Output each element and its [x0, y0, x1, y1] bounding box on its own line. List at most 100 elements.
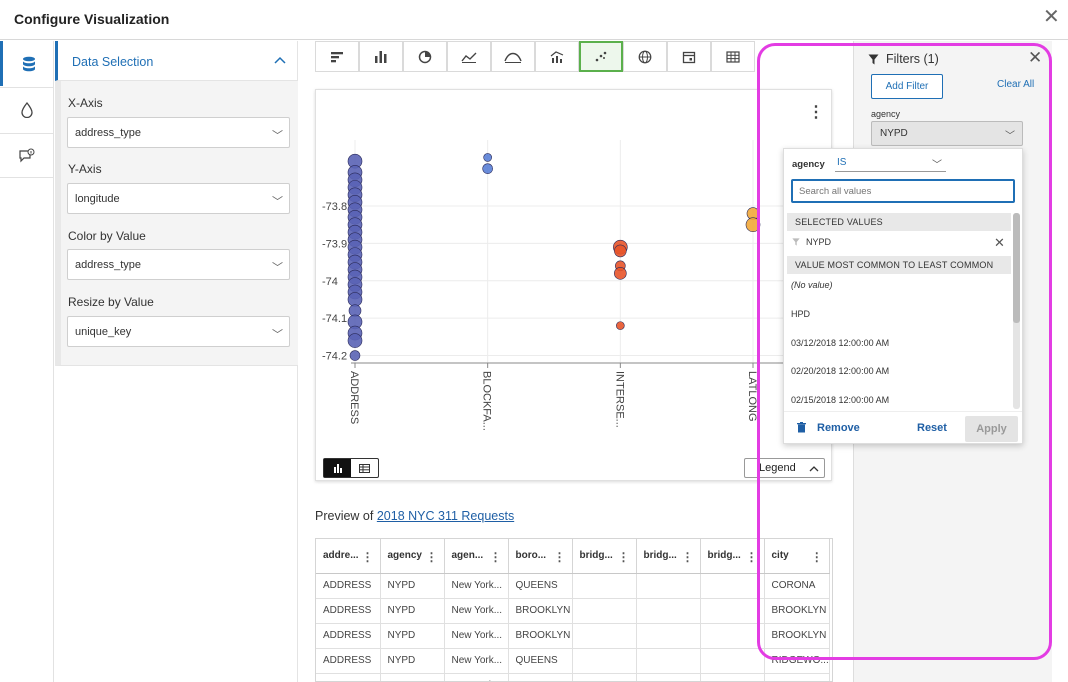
reset-filter-button[interactable]: Reset	[917, 422, 947, 434]
legend-button[interactable]: Legend	[744, 458, 825, 478]
chart-type-line[interactable]	[447, 41, 491, 72]
column-header-label: bridg...	[643, 550, 677, 562]
column-menu-icon[interactable]: ⋮	[746, 550, 758, 564]
resize-by-label: Resize by Value	[68, 295, 154, 309]
column-header[interactable]: city ⋮	[764, 539, 830, 574]
table-cell	[572, 673, 637, 681]
view-toggle	[323, 458, 379, 478]
legend-label: Legend	[759, 462, 796, 474]
agency-filter-select[interactable]: NYPD ﹀	[871, 121, 1023, 146]
close-dialog-icon[interactable]: ✕	[1043, 7, 1060, 27]
column-menu-icon[interactable]: ⋮	[811, 550, 823, 564]
chart-type-table[interactable]	[711, 41, 755, 72]
table-row[interactable]: ADDRESS NYPD New York... QUEENS RIDGEWO...	[316, 648, 830, 674]
value-option[interactable]: (No value)	[791, 280, 833, 290]
funnel-icon	[792, 238, 800, 248]
selected-value-item: NYPD	[806, 237, 832, 247]
table-body: ADDRESS NYPD New York... QUEENS CORONA ADDRES…	[316, 573, 830, 681]
chart-type-bar-vertical[interactable]	[359, 41, 403, 72]
table-row[interactable]: ADDRESS NYPD New York... QUEENS CORONA	[316, 573, 830, 599]
chevron-up-icon[interactable]	[273, 53, 287, 68]
value-option[interactable]: 02/20/2018 12:00:00 AM	[791, 366, 889, 376]
color-by-select[interactable]: address_type ﹀	[67, 249, 290, 280]
chart-type-map[interactable]	[623, 41, 667, 72]
table-cell: BROOKLYN	[508, 598, 573, 624]
table-cell: QUEENS	[508, 673, 573, 681]
column-menu-icon[interactable]: ⋮	[362, 550, 374, 564]
chart-type-pie[interactable]	[403, 41, 447, 72]
rail-data-button[interactable]	[0, 41, 54, 86]
column-menu-icon[interactable]: ⋮	[618, 550, 630, 564]
resize-by-select[interactable]: unique_key ﹀	[67, 316, 290, 347]
chart-type-bar-horizontal[interactable]	[315, 41, 359, 72]
table-cell: QUEENS	[508, 648, 573, 674]
data-selection-header[interactable]: Data Selection	[55, 41, 298, 81]
table-row[interactable]: ADDRESS NYPD New York... BROOKLYN BROOKLYN	[316, 623, 830, 649]
clear-all-link[interactable]: Clear All	[997, 79, 1034, 90]
table-cell: RIDGEWO...	[764, 648, 830, 674]
column-header[interactable]: agen... ⋮	[444, 539, 509, 574]
data-selection-body: X-Axis address_type ﹀ Y-Axis longitude ﹀…	[55, 81, 298, 366]
column-header-label: agen...	[451, 550, 484, 562]
table-view-button[interactable]	[351, 459, 378, 477]
value-option[interactable]: 02/15/2018 12:00:00 AM	[791, 395, 889, 405]
dataset-link[interactable]: 2018 NYC 311 Requests	[377, 509, 514, 523]
rail-tooltip-button[interactable]	[0, 133, 54, 178]
apply-filter-button[interactable]: Apply	[965, 416, 1018, 442]
column-menu-icon[interactable]: ⋮	[426, 550, 438, 564]
x-axis-select[interactable]: address_type ﹀	[67, 117, 290, 148]
remove-filter-button[interactable]: Remove	[817, 422, 860, 434]
chart-type-toolbar	[315, 41, 755, 72]
table-cell	[636, 598, 701, 624]
close-filters-icon[interactable]: ✕	[1028, 48, 1042, 68]
preview-text: Preview of 2018 NYC 311 Requests	[315, 509, 514, 523]
chart-type-area[interactable]	[491, 41, 535, 72]
value-option[interactable]: 03/12/2018 12:00:00 AM	[791, 338, 889, 348]
chart-type-scatter[interactable]	[579, 41, 623, 72]
search-values-field[interactable]	[791, 179, 1015, 203]
remove-value-icon[interactable]: ✕	[994, 235, 1005, 251]
column-header[interactable]: bridg... ⋮	[636, 539, 701, 574]
table-icon	[726, 50, 740, 63]
column-menu-icon[interactable]: ⋮	[490, 550, 502, 564]
trash-icon	[797, 422, 806, 436]
table-cell: ADDRESS	[316, 573, 381, 599]
chart-view-button[interactable]	[324, 459, 351, 477]
table-cell: New York...	[444, 623, 509, 649]
search-values-input[interactable]	[799, 182, 999, 200]
table-cell: NYPD	[380, 648, 445, 674]
x-tick-label: INTERSE...	[613, 371, 625, 428]
more-options-icon[interactable]: ⋮	[808, 102, 824, 122]
table-icon	[359, 463, 370, 473]
popup-scroll-thumb[interactable]	[1013, 213, 1020, 323]
common-values-header: VALUE MOST COMMON TO LEAST COMMON	[787, 256, 1011, 274]
column-header[interactable]: addre... ⋮	[316, 539, 381, 574]
chart-type-calendar[interactable]	[667, 41, 711, 72]
rail-style-button[interactable]	[0, 87, 54, 132]
column-header[interactable]: boro... ⋮	[508, 539, 573, 574]
x-tick-label: ADDRESS	[348, 371, 360, 424]
table-row[interactable]: ADDRESS NYPD New York... BROOKLYN BROOKLYN	[316, 598, 830, 624]
config-panel: Data Selection X-Axis address_type ﹀ Y-A…	[55, 41, 298, 682]
table-cell: New York...	[444, 673, 509, 681]
y-tick-label: -73.8	[322, 201, 347, 213]
column-menu-icon[interactable]: ⋮	[554, 550, 566, 564]
add-filter-button[interactable]: Add Filter	[871, 74, 943, 99]
column-menu-icon[interactable]: ⋮	[682, 550, 694, 564]
y-axis-select[interactable]: longitude ﹀	[67, 183, 290, 214]
operator-select[interactable]: IS ﹀	[835, 154, 946, 172]
table-cell: ADDRESS	[316, 598, 381, 624]
column-header[interactable]: agency ⋮	[380, 539, 445, 574]
column-header-label: boro...	[515, 550, 547, 562]
combo-chart-icon	[550, 50, 564, 63]
chart-type-combo[interactable]	[535, 41, 579, 72]
agency-filter-label: agency	[871, 109, 901, 119]
column-header[interactable]: bridg... ⋮	[700, 539, 765, 574]
table-cell: NYPD	[380, 573, 445, 599]
value-option[interactable]: HPD	[791, 309, 810, 319]
column-header[interactable]: bridg... ⋮	[572, 539, 637, 574]
bar-horizontal-icon	[331, 51, 343, 62]
table-row[interactable]: ADDRESSNYPDNew York...QUEENS MASPETH	[316, 673, 830, 681]
data-point	[483, 153, 492, 162]
data-point	[614, 244, 627, 258]
